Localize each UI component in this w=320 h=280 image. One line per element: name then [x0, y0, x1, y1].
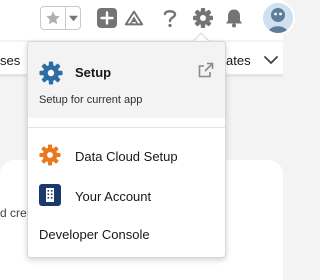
external-link-icon[interactable]	[198, 62, 214, 78]
menu-divider	[28, 127, 225, 128]
menu-item-your-account[interactable]: Your Account	[28, 178, 225, 214]
gear-icon	[39, 61, 63, 85]
global-actions-button[interactable]	[97, 8, 117, 28]
favorites-button-group	[40, 6, 81, 30]
trailhead-icon	[124, 10, 144, 26]
global-header	[0, 0, 295, 40]
favorites-list-button[interactable]	[66, 7, 80, 29]
menu-item-label: Data Cloud Setup	[75, 149, 178, 164]
gear-icon	[39, 144, 61, 166]
menu-item-developer-console[interactable]: Developer Console	[28, 216, 225, 252]
setup-menu-item[interactable]: Setup Setup for current app	[28, 42, 225, 118]
nav-tab-right[interactable]: ates	[226, 53, 251, 68]
plus-icon	[97, 8, 117, 28]
favorites-button[interactable]	[41, 7, 66, 29]
question-icon	[163, 10, 177, 28]
bell-icon	[226, 9, 242, 28]
setup-button[interactable]	[190, 5, 216, 31]
menu-item-label: Developer Console	[39, 227, 150, 242]
nav-tab-left[interactable]: ses	[0, 53, 20, 68]
setup-subtitle: Setup for current app	[39, 94, 143, 106]
setup-title: Setup	[75, 65, 112, 80]
user-avatar-button[interactable]	[261, 1, 295, 35]
building-icon	[39, 184, 61, 206]
notifications-button[interactable]	[224, 8, 244, 28]
chevron-down-icon	[68, 15, 78, 21]
trailhead-button[interactable]	[124, 8, 144, 28]
setup-menu: Setup Setup for current app Data Cloud S…	[27, 41, 226, 258]
help-button[interactable]	[160, 8, 180, 28]
background-text: d cre	[0, 206, 27, 220]
chevron-down-icon[interactable]	[264, 55, 278, 65]
menu-item-label: Your Account	[75, 189, 152, 204]
avatar-icon	[263, 3, 293, 33]
star-icon	[46, 11, 60, 25]
menu-item-data-cloud-setup[interactable]: Data Cloud Setup	[28, 138, 225, 174]
gear-icon	[193, 8, 213, 28]
